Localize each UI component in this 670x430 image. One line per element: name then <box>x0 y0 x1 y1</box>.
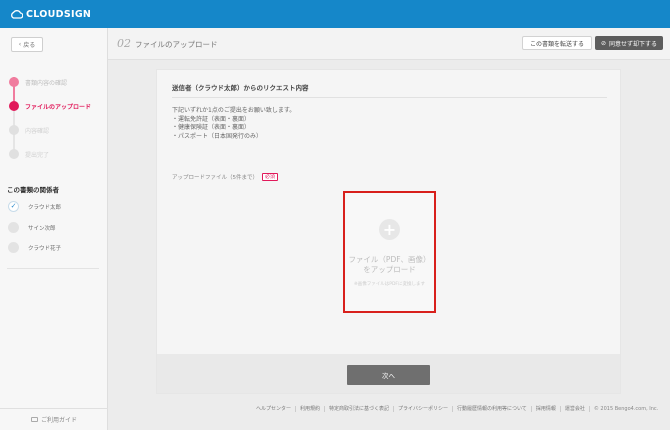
step-item-complete: 提出完了 <box>0 142 108 166</box>
cloudsign-logo[interactable]: CLOUDSIGN <box>10 9 91 20</box>
parties-title: この書類の関係者 <box>7 186 59 194</box>
step-item-confirm: 内容確認 <box>0 118 108 142</box>
footer-link-company[interactable]: 運営会社 <box>561 406 590 412</box>
step-list: 書類内容の確認 ファイルのアップロード 内容確認 提出完了 <box>0 70 108 166</box>
chevron-left-icon: ‹ <box>18 41 22 48</box>
footer-link-help[interactable]: ヘルプセンター <box>252 406 297 412</box>
file-dropzone[interactable]: + ファイル（PDF、画像） をアップロード ※画像ファイルはPDFに変換します <box>343 191 436 313</box>
step-label: ファイルのアップロード <box>25 103 92 111</box>
request-title: 送信者（クラウド太郎）からのリクエスト内容 <box>172 84 309 92</box>
party-item: サイン次郎 <box>0 219 108 237</box>
party-name: サイン次郎 <box>28 226 56 232</box>
party-status-dot: ✓ <box>8 201 19 212</box>
upload-panel: 送信者（クラウド太郎）からのリクエスト内容 下記いずれか1点のご提出をお願い致し… <box>156 69 621 394</box>
decline-button[interactable]: ⊘ 同意せず却下する <box>594 36 663 50</box>
decline-icon: ⊘ <box>600 39 606 47</box>
forward-label: この書類を転送する <box>529 40 584 48</box>
upload-label-row: アップロードファイル（5件まで） 必須 <box>172 173 279 181</box>
cloud-icon <box>11 10 23 19</box>
party-status-dot <box>8 242 19 253</box>
dropzone-main-text: ファイル（PDF、画像） をアップロード <box>348 255 431 274</box>
next-button[interactable]: 次へ <box>347 365 430 385</box>
book-icon <box>30 417 38 422</box>
back-label: 戻る <box>23 42 36 49</box>
party-name: クラウド太郎 <box>28 205 62 211</box>
back-button[interactable]: ‹ 戻る <box>11 37 43 52</box>
sidebar-divider <box>7 268 99 269</box>
user-guide-link[interactable]: ご利用ガイド <box>0 408 108 430</box>
footer-link-behavior[interactable]: 行動履歴情報の利用等について <box>453 406 532 412</box>
footer-link-commercial[interactable]: 特定商取引法に基づく表記 <box>325 406 395 412</box>
step-label: 内容確認 <box>25 127 50 135</box>
check-icon: ✓ <box>10 202 17 210</box>
copyright: © 2015 Bengo4.com, Inc. <box>593 406 659 412</box>
step-dot <box>9 149 19 159</box>
guide-label: ご利用ガイド <box>40 417 77 424</box>
required-badge: 必須 <box>262 173 279 181</box>
brand-name: CLOUDSIGN <box>26 8 92 20</box>
step-number: 02 <box>117 37 131 50</box>
party-name: クラウド花子 <box>28 246 62 252</box>
footer: ヘルプセンター 利用規約 特定商取引法に基づく表記 プライバシーポリシー 行動履… <box>252 406 658 412</box>
request-body: 下記いずれか1点のご提出をお願い致します。 ・運転免許証（表面・裏面） ・健康保… <box>172 107 296 140</box>
step-label: 書類内容の確認 <box>25 79 68 87</box>
step-label: 提出完了 <box>25 151 50 159</box>
party-item: クラウド花子 <box>0 239 108 257</box>
footer-link-privacy[interactable]: プライバシーポリシー <box>394 406 453 412</box>
footer-link-terms[interactable]: 利用規約 <box>296 406 326 412</box>
dropzone-note: ※画像ファイルはPDFに変換します <box>353 282 426 287</box>
page-header: 02 ファイルのアップロード この書類を転送する ⊘ 同意せず却下する <box>108 28 670 60</box>
page-title: ファイルのアップロード <box>135 40 218 49</box>
step-dot <box>9 77 19 87</box>
decline-label: 同意せず却下する <box>608 40 657 48</box>
request-divider <box>172 97 607 98</box>
upload-label: アップロードファイル（5件まで） <box>172 175 259 181</box>
party-status-dot <box>8 222 19 233</box>
step-item-upload: ファイルのアップロード <box>0 94 108 118</box>
step-item-review: 書類内容の確認 <box>0 70 108 94</box>
forward-document-button[interactable]: この書類を転送する <box>521 36 592 50</box>
next-label: 次へ <box>382 372 395 380</box>
next-area: 次へ <box>157 354 620 393</box>
party-item: ✓ クラウド太郎 <box>0 198 108 216</box>
footer-link-careers[interactable]: 採用情報 <box>532 406 561 412</box>
step-dot <box>9 125 19 135</box>
step-dot <box>9 101 19 111</box>
plus-icon: + <box>379 219 400 240</box>
top-bar: CLOUDSIGN <box>0 0 670 28</box>
sidebar: ‹ 戻る 書類内容の確認 ファイルのアップロード 内容確認 提出完了 この書類の… <box>0 28 108 430</box>
